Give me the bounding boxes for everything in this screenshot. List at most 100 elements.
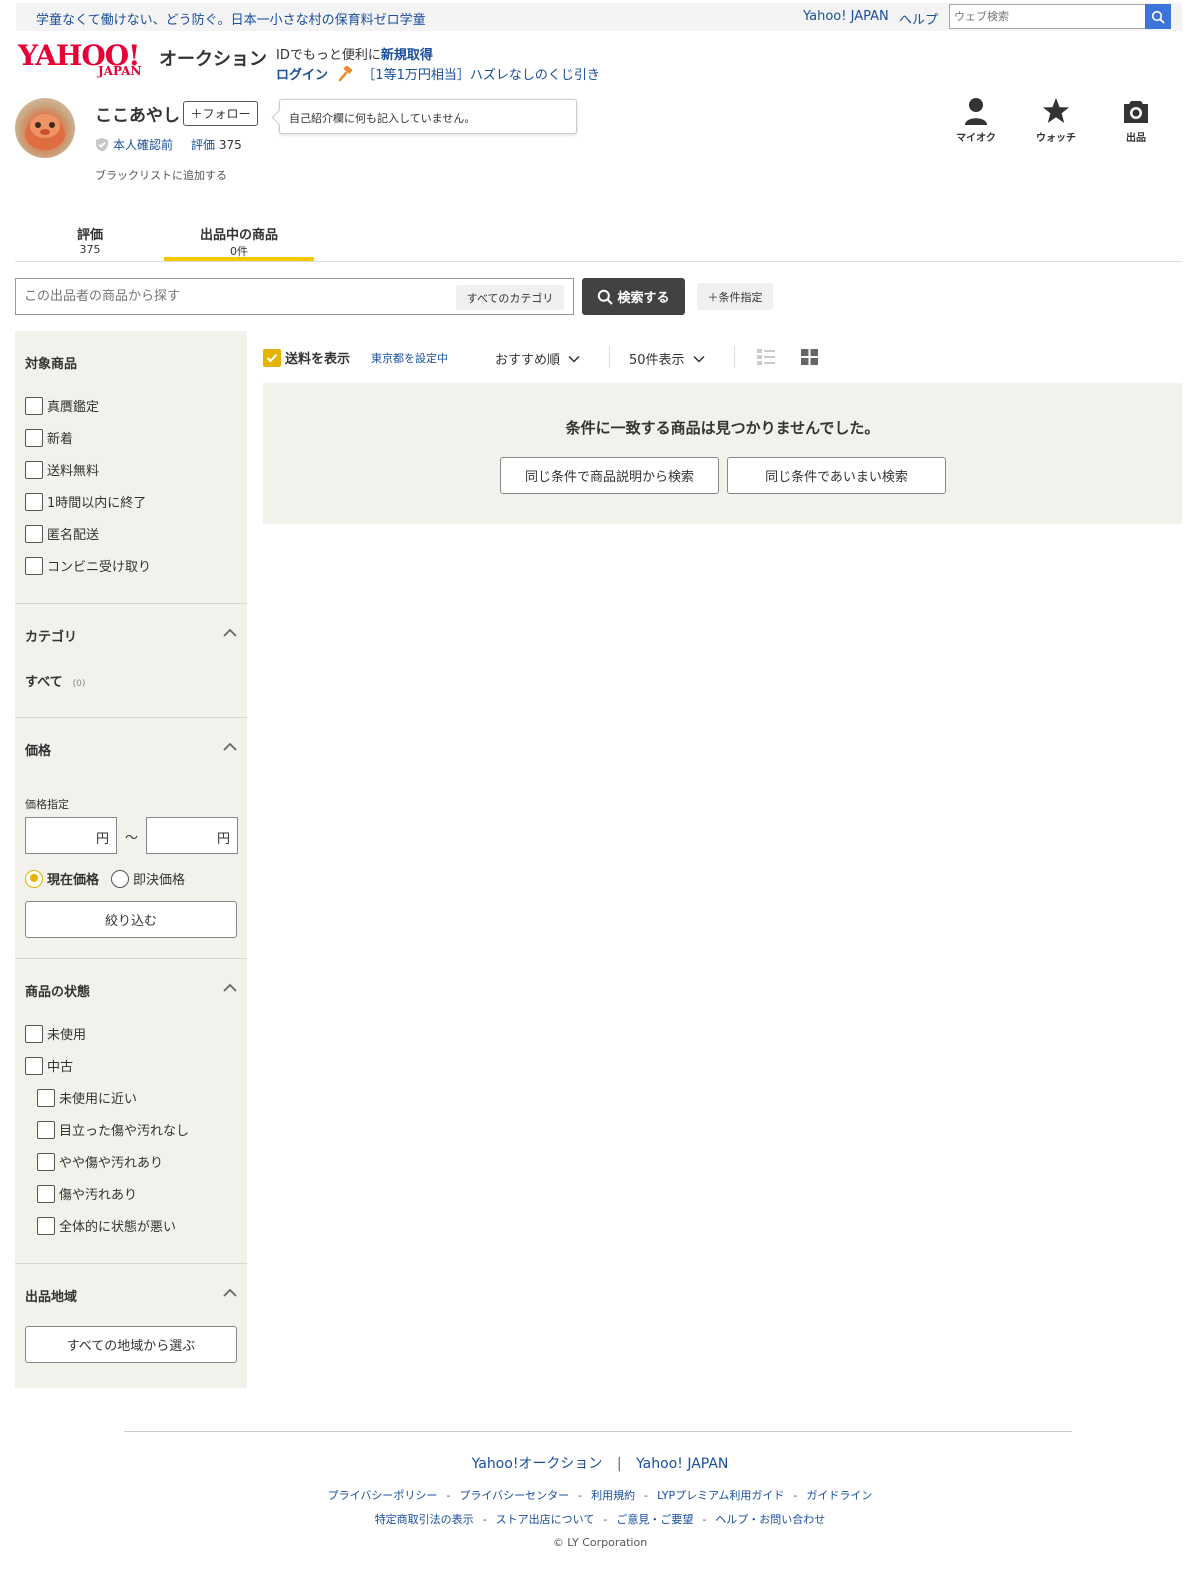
location-setting-link[interactable]: 東京都を設定中 [371,350,448,366]
web-search-button[interactable] [1145,4,1171,29]
lottery-link[interactable]: ［1等1万円相当］ハズレなしのくじ引き [362,68,600,83]
filter-no-damage[interactable]: 目立った傷や汚れなし [37,1120,189,1139]
verify-label: 本人確認前 [113,138,174,152]
price-min-input[interactable]: 円 [25,817,117,854]
chevron-up-icon[interactable] [222,983,238,993]
follow-button[interactable]: ＋フォロー [183,101,258,126]
filter-near-unused[interactable]: 未使用に近い [37,1088,137,1107]
footer-auction-link[interactable]: Yahoo!オークション [472,1456,603,1472]
footer-brand-links: Yahoo!オークション | Yahoo! JAPAN [0,1453,1200,1473]
filter-new-arrival[interactable]: 新着 [25,428,73,447]
checkbox[interactable] [25,556,43,575]
tab-ratings[interactable]: 評価 375 [15,224,165,256]
filter-ending-soon[interactable]: 1時間以内に終了 [25,492,146,511]
sort-select[interactable]: おすすめ順 [495,349,580,368]
web-search-box [949,4,1171,29]
filter-convenience-pickup[interactable]: コンビニ受け取り [25,556,151,575]
filter-label: 未使用 [47,1028,87,1043]
watch-link[interactable]: ウォッチ [1026,97,1086,144]
show-shipping-toggle[interactable]: 送料を表示 [263,348,350,367]
checkbox-checked[interactable] [263,348,281,367]
target-section-title: 対象商品 [25,357,78,372]
filter-anonymous-shipping[interactable]: 匿名配送 [25,524,99,543]
filter-label: 目立った傷や汚れなし [59,1124,190,1139]
promo-link[interactable]: 学童なくて働けない、どう防ぐ。日本一小さな村の保育料ゼロ学童 [36,9,426,28]
watch-label: ウォッチ [1036,133,1076,144]
username: ここあやし [95,106,180,126]
checkbox[interactable] [37,1152,55,1171]
per-page-select[interactable]: 50件表示 [629,349,705,368]
web-search-input[interactable] [950,5,1144,28]
checkbox[interactable] [25,460,43,479]
shipping-label: 送料を表示 [285,352,351,367]
checkbox[interactable] [37,1184,55,1203]
region-select-button[interactable]: すべての地域から選ぶ [25,1326,237,1363]
chevron-up-icon[interactable] [222,1288,238,1298]
price-buynow-radio[interactable]: 即決価格 [111,869,185,888]
category-section-title: カテゴリ [25,630,78,645]
radio-label: 現在価格 [47,873,100,888]
filter-label: 送料無料 [47,464,100,479]
checkbox[interactable] [25,524,43,543]
sell-link[interactable]: 出品 [1106,97,1166,144]
category-select[interactable]: すべてのカテゴリ [456,285,564,310]
privacy-policy-link[interactable]: プライバシーポリシー [328,1489,438,1502]
commerce-law-link[interactable]: 特定商取引法の表示 [375,1513,474,1526]
privacy-center-link[interactable]: プライバシーセンター [459,1489,569,1502]
price-current-radio[interactable]: 現在価格 [25,869,99,888]
filter-slight-damage[interactable]: やや傷や汚れあり [37,1152,163,1171]
filter-poor-condition[interactable]: 全体的に状態が悪い [37,1216,176,1235]
yahoo-japan-link[interactable]: Yahoo! JAPAN [803,9,889,24]
checkbox[interactable] [25,428,43,447]
filter-used[interactable]: 中古 [25,1056,73,1075]
footer-sep: - [446,1489,451,1502]
filter-damaged[interactable]: 傷や汚れあり [37,1184,137,1203]
radio-selected[interactable] [25,869,43,888]
checkbox[interactable] [25,492,43,511]
guidelines-link[interactable]: ガイドライン [806,1489,872,1502]
footer-yahoo-japan-link[interactable]: Yahoo! JAPAN [636,1456,728,1472]
search-description-button[interactable]: 同じ条件で商品説明から検索 [500,457,719,494]
verify-status[interactable]: 本人確認前 [95,136,173,153]
checkbox[interactable] [37,1120,55,1139]
checkbox[interactable] [25,1056,43,1075]
filter-authenticity[interactable]: 真贋鑑定 [25,396,99,415]
checkbox[interactable] [25,396,43,415]
chevron-up-icon[interactable] [222,742,238,752]
grid-view-icon[interactable] [801,349,818,365]
checkbox[interactable] [37,1088,55,1107]
checkbox[interactable] [25,1024,43,1043]
seller-search-box: すべてのカテゴリ [15,278,574,315]
category-all[interactable]: すべて (0) [25,671,85,690]
radio[interactable] [111,869,129,888]
store-link[interactable]: ストア出店について [496,1513,595,1526]
chevron-up-icon[interactable] [222,628,238,638]
checkbox[interactable] [37,1216,55,1235]
tab-listings[interactable]: 出品中の商品 0件 [164,224,314,259]
narrow-button[interactable]: 絞り込む [25,901,237,938]
search-button[interactable]: 検索する [582,278,685,315]
rating[interactable]: 評価 375 [191,136,242,153]
register-link[interactable]: 新規取得 [381,48,433,63]
lyp-premium-link[interactable]: LYPプレミアム利用ガイド [657,1489,784,1502]
filter-unused[interactable]: 未使用 [25,1024,86,1043]
feedback-link[interactable]: ご意見・ご要望 [616,1513,693,1526]
price-max-input[interactable]: 円 [146,817,238,854]
fuzzy-search-button[interactable]: 同じ条件であいまい検索 [727,457,946,494]
login-link[interactable]: ログイン [276,68,328,83]
id-promo-text: IDでもっと便利に [276,48,381,63]
yahoo-auction-logo[interactable]: YAHOO! JAPAN オークション [18,42,267,79]
copyright: © LY Corporation [552,1536,648,1549]
footer-sep: - [793,1489,798,1502]
blacklist-link[interactable]: ブラックリストに追加する [95,167,227,183]
terms-link[interactable]: 利用規約 [591,1489,635,1502]
sell-label: 出品 [1126,133,1146,144]
conditions-button[interactable]: ＋条件指定 [697,283,773,310]
filter-label: 匿名配送 [47,528,100,543]
filter-free-shipping[interactable]: 送料無料 [25,460,99,479]
seller-search-input[interactable] [24,279,444,314]
myauction-link[interactable]: マイオク [946,97,1006,144]
help-contact-link[interactable]: ヘルプ・お問い合わせ [715,1513,825,1526]
list-view-icon[interactable] [757,349,775,365]
help-link[interactable]: ヘルプ [899,9,938,28]
